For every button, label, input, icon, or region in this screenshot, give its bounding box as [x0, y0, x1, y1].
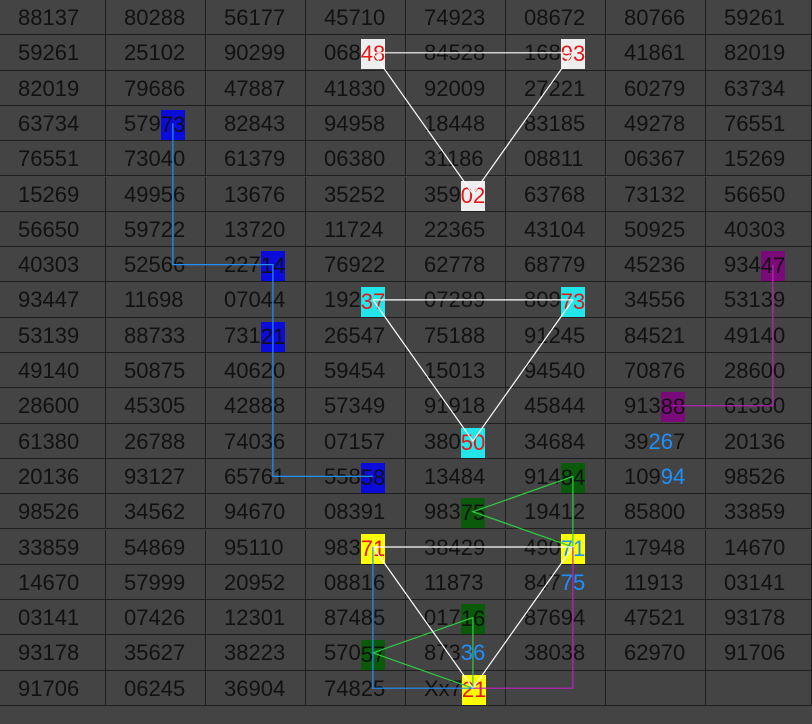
- connection-lines: [172, 52, 774, 690]
- connection-line: [371, 617, 474, 689]
- connection-line: [172, 123, 373, 477]
- connection-line: [372, 52, 574, 196]
- connection-line: [471, 475, 574, 548]
- connection-line: [372, 299, 574, 443]
- connection-line: [672, 264, 774, 407]
